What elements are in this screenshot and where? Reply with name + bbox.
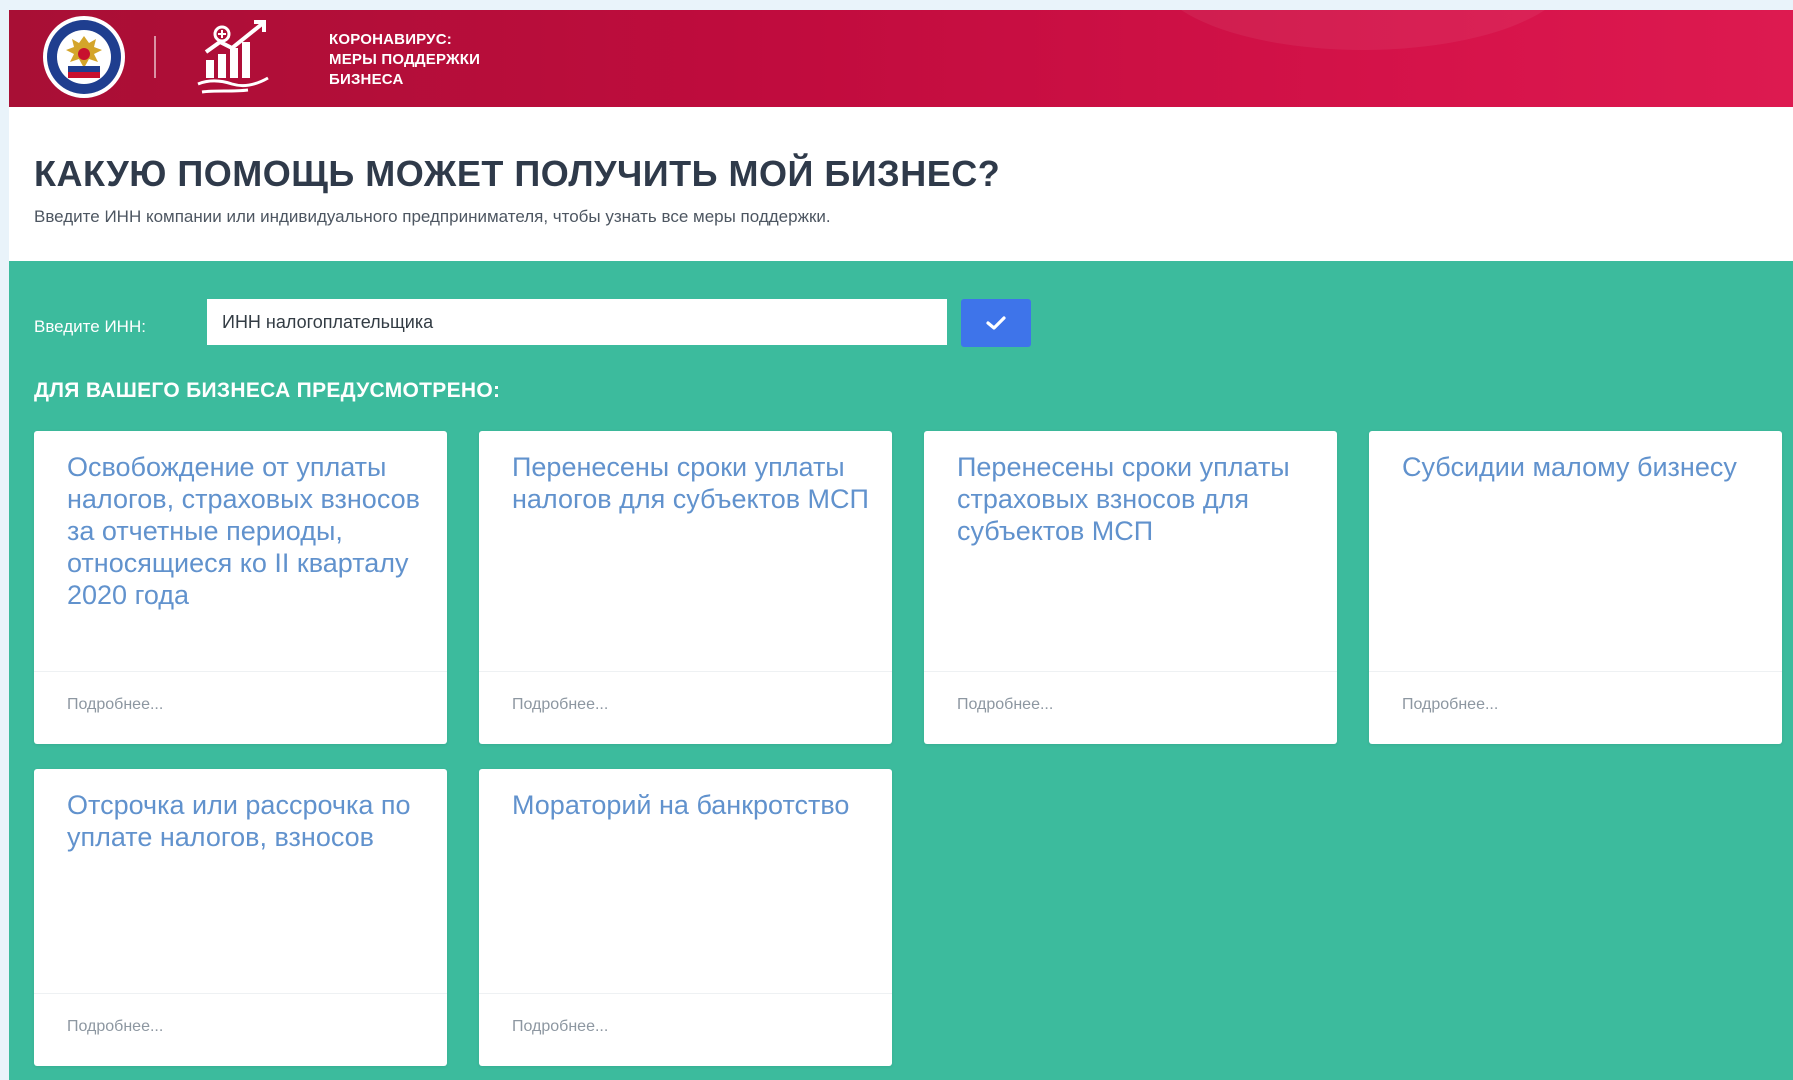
card-footer: Подробнее... [924,671,1337,744]
brand-line: БИЗНЕСА [329,71,404,88]
more-link[interactable]: Подробнее... [67,1018,163,1036]
section-title: ДЛЯ ВАШЕГО БИЗНЕСА ПРЕДУСМОТРЕНО: [34,379,501,402]
page-title: КАКУЮ ПОМОЩЬ МОЖЕТ ПОЛУЧИТЬ МОЙ БИЗНЕС? [34,153,1001,194]
card-footer: Подробнее... [34,993,447,1066]
header-decoration [1153,10,1573,50]
submit-inn-button[interactable] [961,299,1031,347]
card-title[interactable]: Отсрочка или рассрочка по уплате налогов… [67,789,425,853]
business-growth-icon [197,20,269,94]
page-frame: КОРОНАВИРУС: МЕРЫ ПОДДЕРЖКИ БИЗНЕСА КАКУ… [9,10,1793,1080]
card-title[interactable]: Перенесены сроки уплаты страховых взносо… [957,451,1315,547]
site-header: КОРОНАВИРУС: МЕРЫ ПОДДЕРЖКИ БИЗНЕСА [9,10,1793,107]
support-card[interactable]: Перенесены сроки уплаты страховых взносо… [924,431,1337,744]
card-footer: Подробнее... [1369,671,1782,744]
brand-title: КОРОНАВИРУС: МЕРЫ ПОДДЕРЖКИ БИЗНЕСА [329,30,480,90]
card-title[interactable]: Перенесены сроки уплаты налогов для субъ… [512,451,870,515]
intro-section: КАКУЮ ПОМОЩЬ МОЖЕТ ПОЛУЧИТЬ МОЙ БИЗНЕС? … [9,107,1793,271]
support-card[interactable]: Мораторий на банкротство Подробнее... [479,769,892,1066]
brand-line: КОРОНАВИРУС: [329,31,452,48]
support-card[interactable]: Перенесены сроки уплаты налогов для субъ… [479,431,892,744]
card-footer: Подробнее... [479,671,892,744]
support-card[interactable]: Отсрочка или рассрочка по уплате налогов… [34,769,447,1066]
card-footer: Подробнее... [34,671,447,744]
more-link[interactable]: Подробнее... [512,1018,608,1036]
more-link[interactable]: Подробнее... [1402,696,1498,714]
support-card[interactable]: Освобождение от уплаты налогов, страховы… [34,431,447,744]
page-subtitle: Введите ИНН компании или индивидуального… [34,207,831,226]
checkmark-icon [986,316,1006,330]
header-divider [154,36,156,78]
card-footer: Подробнее... [479,993,892,1066]
support-card[interactable]: Субсидии малому бизнесу Подробнее... [1369,431,1782,744]
more-link[interactable]: Подробнее... [957,696,1053,714]
more-link[interactable]: Подробнее... [67,696,163,714]
fns-emblem-icon[interactable] [32,14,136,100]
card-title[interactable]: Мораторий на банкротство [512,789,870,821]
brand-line: МЕРЫ ПОДДЕРЖКИ [329,51,481,68]
card-title[interactable]: Освобождение от уплаты налогов, страховы… [67,451,425,611]
inn-label: Введите ИНН: [34,317,146,336]
inn-input[interactable] [207,299,947,345]
card-title[interactable]: Субсидии малому бизнесу [1402,451,1760,483]
more-link[interactable]: Подробнее... [512,696,608,714]
support-measures-section: Введите ИНН: ДЛЯ ВАШЕГО БИЗНЕСА ПРЕДУСМО… [9,261,1793,1080]
